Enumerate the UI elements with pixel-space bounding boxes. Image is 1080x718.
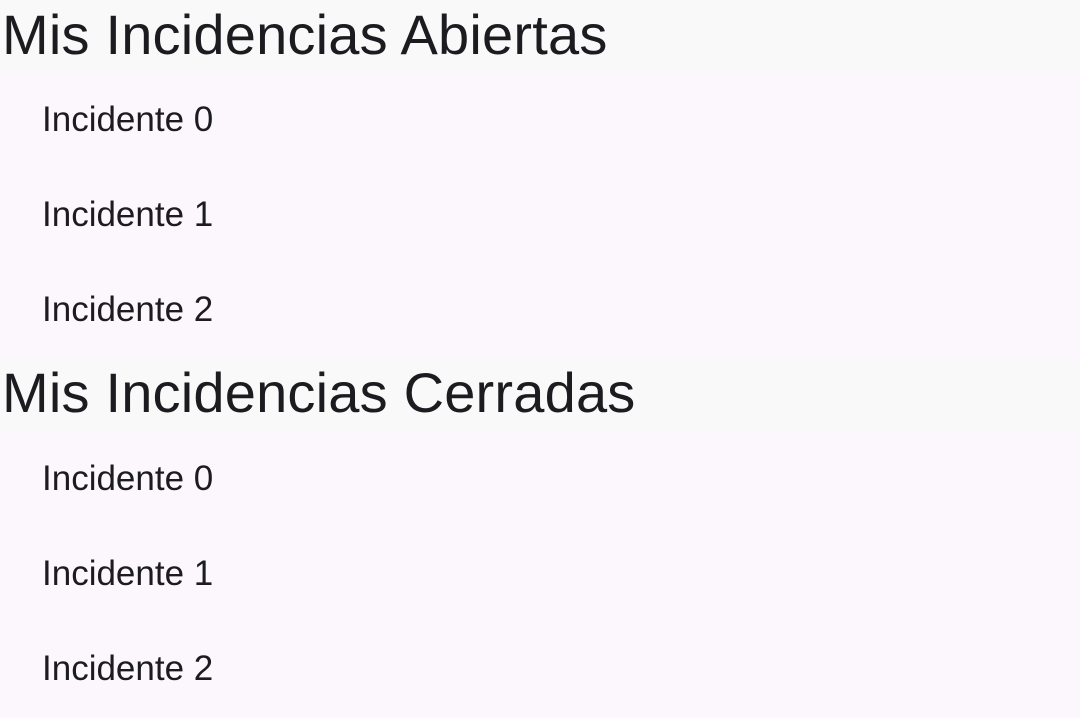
open-incident-label: Incidente 1 [42, 194, 214, 234]
closed-incidents-list: Incidente 0 Incidente 1 Incidente 2 [0, 433, 1080, 718]
closed-incident-item-0[interactable]: Incidente 0 [0, 433, 1080, 528]
closed-incident-label: Incidente 2 [42, 648, 214, 688]
open-incidents-title: Mis Incidencias Abiertas [2, 3, 608, 66]
incidents-screen: Mis Incidencias Abiertas Incidente 0 Inc… [0, 0, 1080, 718]
closed-incident-item-2[interactable]: Incidente 2 [0, 623, 1080, 718]
open-incident-item-1[interactable]: Incidente 1 [0, 169, 1080, 264]
open-incident-label: Incidente 2 [42, 289, 214, 329]
open-incident-label: Incidente 0 [42, 99, 214, 139]
closed-incident-label: Incidente 0 [42, 458, 214, 498]
closed-incident-label: Incidente 1 [42, 553, 214, 593]
open-incidents-header: Mis Incidencias Abiertas [0, 0, 1080, 74]
open-incidents-list: Incidente 0 Incidente 1 Incidente 2 [0, 74, 1080, 359]
open-incident-item-0[interactable]: Incidente 0 [0, 74, 1080, 169]
open-incident-item-2[interactable]: Incidente 2 [0, 264, 1080, 359]
closed-incidents-header: Mis Incidencias Cerradas [0, 359, 1080, 433]
closed-incidents-title: Mis Incidencias Cerradas [2, 361, 636, 424]
closed-incident-item-1[interactable]: Incidente 1 [0, 528, 1080, 623]
